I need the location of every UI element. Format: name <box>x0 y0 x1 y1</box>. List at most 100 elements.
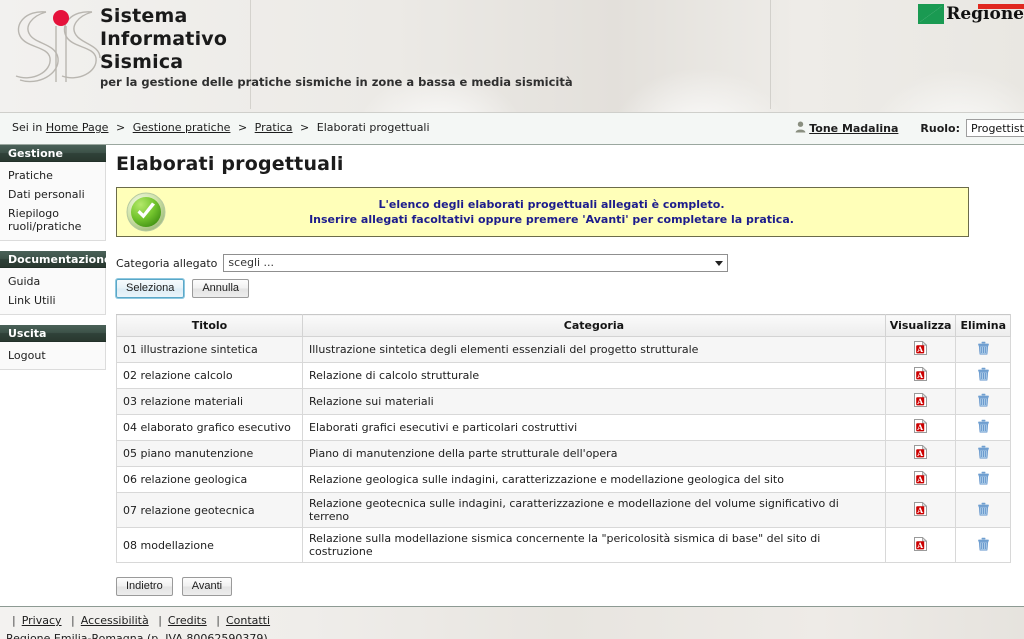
cell-titolo: 02 relazione calcolo <box>116 362 303 389</box>
footer-separator: | <box>158 614 162 627</box>
sidebar-group-body-uscita: Logout <box>0 342 106 370</box>
svg-text:A: A <box>916 449 923 458</box>
breadcrumb-item-home-page[interactable]: Home Page <box>46 121 109 134</box>
category-select-value: scegli ... <box>228 256 275 269</box>
column-header-elimina: Elimina <box>955 314 1011 337</box>
pdf-icon[interactable]: A <box>914 501 928 519</box>
footer-link-accessibilita[interactable]: Accessibilità <box>81 614 149 627</box>
role-label: Ruolo: <box>920 121 960 135</box>
breadcrumb-bar: Sei in Home Page > Gestione pratiche > P… <box>0 113 1024 145</box>
wizard-navigation: Indietro Avanti <box>116 577 1016 596</box>
sidebar-group-uscita: Uscita Logout <box>0 325 106 370</box>
trash-icon[interactable] <box>977 502 990 519</box>
cell-titolo: 03 relazione materiali <box>116 388 303 415</box>
trash-icon[interactable] <box>977 341 990 358</box>
trash-icon[interactable] <box>977 537 990 554</box>
cell-titolo: 07 relazione geotecnica <box>116 492 303 528</box>
table-row: 07 relazione geotecnica Relazione geotecn… <box>116 492 1011 528</box>
pdf-icon[interactable]: A <box>914 366 928 384</box>
main-content: Elaborati progettuali L'elenco degli ela… <box>116 145 1016 596</box>
indietro-button[interactable]: Indietro <box>116 577 173 596</box>
cell-titolo: 08 modellazione <box>116 527 303 563</box>
cell-categoria: Elaborati grafici esecutivi e particolar… <box>302 414 886 441</box>
breadcrumb-item-current: Elaborati progettuali <box>316 121 430 134</box>
breadcrumb-separator: > <box>115 121 126 134</box>
brand-line-2: Informativo <box>100 28 228 50</box>
cell-visualizza: A <box>884 440 957 467</box>
sidebar-item-logout[interactable]: Logout <box>0 346 105 365</box>
chevron-down-icon <box>715 261 724 266</box>
column-header-visualizza: Visualizza <box>884 314 957 337</box>
breadcrumb-item-gestione-pratiche[interactable]: Gestione pratiche <box>133 121 231 134</box>
footer-links: | Privacy | Accessibilità | Credits | Contat… <box>6 614 270 627</box>
breadcrumb-separator: > <box>300 121 310 134</box>
sidebar-group-documentazione: Documentazione Guida Link Utili <box>0 251 112 315</box>
brand-tagline: per la gestione delle pratiche sismiche … <box>100 75 573 89</box>
attachments-table: Titolo Categoria Visualizza Elimina 01 i… <box>116 314 1011 563</box>
cell-titolo: 05 piano manutenzione <box>116 440 303 467</box>
cell-titolo: 04 elaborato grafico esecutivo <box>116 414 303 441</box>
pdf-icon[interactable]: A <box>914 418 928 436</box>
pdf-icon[interactable]: A <box>914 392 928 410</box>
username-link[interactable]: Tone Madalina <box>809 122 898 135</box>
pdf-icon[interactable]: A <box>914 444 928 462</box>
status-alert: L'elenco degli elaborati progettuali all… <box>116 187 969 237</box>
cell-visualizza: A <box>884 388 957 415</box>
seleziona-button[interactable]: Seleziona <box>116 279 185 298</box>
column-header-categoria: Categoria <box>302 314 886 337</box>
trash-icon[interactable] <box>977 445 990 462</box>
sidebar-item-riepilogo-ruoli-pratiche[interactable]: Riepilogo ruoli/pratiche <box>0 204 105 236</box>
table-header-row: Titolo Categoria Visualizza Elimina <box>116 314 1011 337</box>
column-header-titolo: Titolo <box>116 314 303 337</box>
avanti-button[interactable]: Avanti <box>181 577 233 596</box>
table-row: 02 relazione calcolo Relazione di calcolo… <box>116 362 1011 389</box>
category-select[interactable]: scegli ... <box>223 254 729 272</box>
brand-line-3: Sismica <box>100 51 184 73</box>
status-alert-line-1: L'elenco degli elaborati progettuali all… <box>378 198 725 211</box>
svg-text:A: A <box>916 423 923 432</box>
cell-titolo: 06 relazione geologica <box>116 466 303 493</box>
sidebar-item-dati-personali[interactable]: Dati personali <box>0 185 105 204</box>
cell-categoria: Relazione di calcolo strutturale <box>302 362 886 389</box>
cell-elimina <box>955 388 1011 415</box>
trash-icon[interactable] <box>977 367 990 384</box>
cell-categoria: Relazione geotecnica sulle indagini, car… <box>302 492 886 528</box>
sidebar-group-body-gestione: Pratiche Dati personali Riepilogo ruoli/… <box>0 162 106 241</box>
breadcrumb-item-pratica[interactable]: Pratica <box>255 121 293 134</box>
cell-visualizza: A <box>884 527 957 563</box>
filter-action-buttons: Seleziona Annulla <box>116 279 1016 298</box>
cell-titolo: 01 illustrazione sintetica <box>116 336 303 363</box>
brand-line-1: Sistema <box>100 5 188 27</box>
sidebar-item-link-utili[interactable]: Link Utili <box>0 291 105 310</box>
status-alert-message: L'elenco degli elaborati progettuali all… <box>175 197 968 227</box>
sidebar-group-gestione: Gestione Pratiche Dati personali Riepilo… <box>0 145 106 241</box>
footer-link-credits[interactable]: Credits <box>168 614 207 627</box>
pdf-icon[interactable]: A <box>914 536 928 554</box>
site-footer: | Privacy | Accessibilità | Credits | Contat… <box>0 606 1024 639</box>
site-banner: Sistema Informativo Sismica per la gesti… <box>0 0 1024 113</box>
annulla-button[interactable]: Annulla <box>192 279 250 298</box>
breadcrumb: Sei in Home Page > Gestione pratiche > P… <box>12 121 430 134</box>
footer-separator: | <box>12 614 16 627</box>
cell-elimina <box>955 466 1011 493</box>
regione-emilia-romagna-logo: Regione <box>918 4 1024 24</box>
footer-link-privacy[interactable]: Privacy <box>22 614 62 627</box>
sidebar-item-guida[interactable]: Guida <box>0 272 105 291</box>
brand-block: Sistema Informativo Sismica per la gesti… <box>100 7 573 89</box>
table-row: 01 illustrazione sintetica Illustrazione … <box>116 336 1011 363</box>
breadcrumb-separator: > <box>237 121 248 134</box>
role-value-field: Progettista <box>966 119 1024 137</box>
trash-icon[interactable] <box>977 419 990 436</box>
table-row: 03 relazione materiali Relazione sui mate… <box>116 388 1011 415</box>
svg-text:A: A <box>916 541 923 550</box>
pdf-icon[interactable]: A <box>914 340 928 358</box>
sidebar-item-pratiche[interactable]: Pratiche <box>0 166 105 185</box>
status-alert-line-2: Inserire allegati facoltativi oppure pre… <box>309 213 794 226</box>
cell-elimina <box>955 362 1011 389</box>
pdf-icon[interactable]: A <box>914 470 928 488</box>
table-row: 08 modellazione Relazione sulla modellazi… <box>116 527 1011 563</box>
trash-icon[interactable] <box>977 393 990 410</box>
cell-categoria: Relazione sulla modellazione sismica con… <box>302 527 886 563</box>
trash-icon[interactable] <box>977 471 990 488</box>
footer-link-contatti[interactable]: Contatti <box>226 614 270 627</box>
